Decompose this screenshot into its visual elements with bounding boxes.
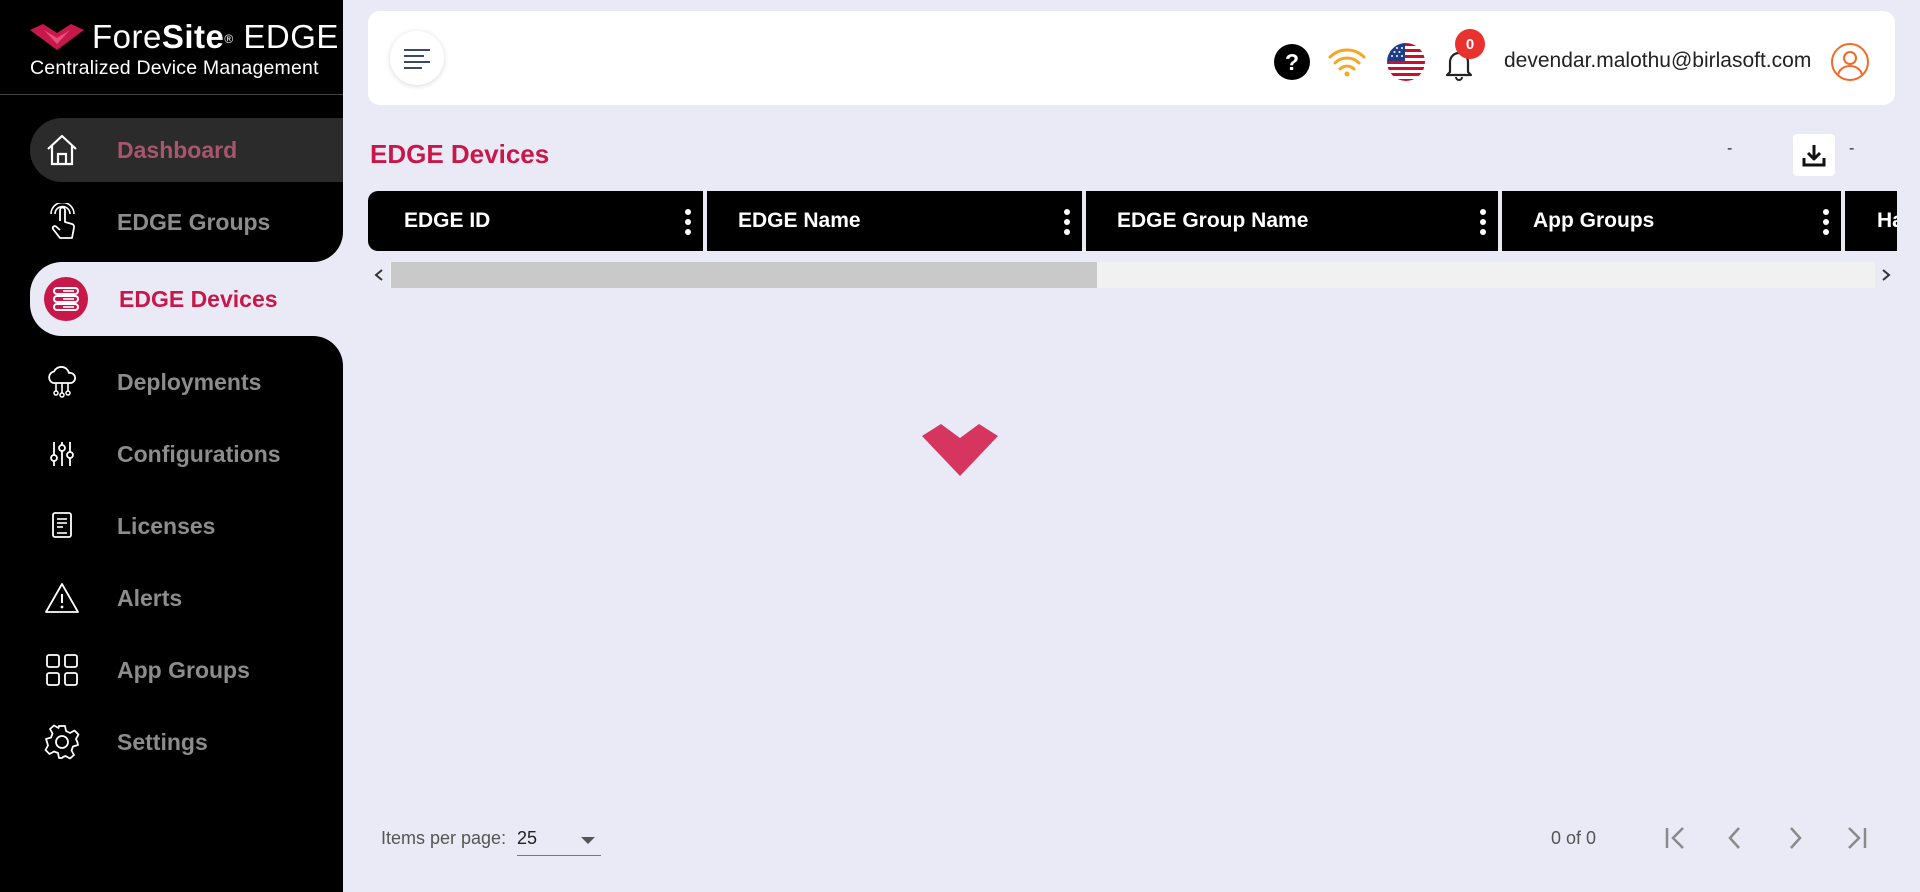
column-header-partial[interactable]: Ha [1845,191,1897,251]
sidebar-item-deployments[interactable]: Deployments [30,350,343,414]
column-menu-icon[interactable] [685,209,691,235]
items-per-page-label: Items per page: [381,828,507,848]
last-page-button[interactable] [1834,816,1878,860]
previous-page-button[interactable] [1713,816,1757,860]
user-email: devendar.malothu@birlasoft.com [1504,49,1812,72]
sidebar-item-licenses[interactable]: Licenses [30,494,343,558]
sidebar-item-label: EDGE Devices [119,285,278,312]
user-avatar-icon[interactable] [1831,43,1869,81]
sidebar-item-edge-groups[interactable]: EDGE Groups [30,190,343,254]
sidebar-item-label: Configurations [117,440,281,467]
menu-toggle-button[interactable] [390,31,444,85]
devices-table: EDGE ID EDGE Name EDGE Group Name App Gr… [368,191,1897,251]
next-page-button[interactable] [1773,816,1817,860]
pagination-range: 0 of 0 [1551,828,1597,848]
brand-logo: ForeSite® EDGE Centralized Device Manage… [30,20,339,80]
license-icon [42,506,82,546]
touch-icon [42,202,82,242]
cloud-network-icon [42,362,82,402]
sliders-icon [42,434,82,474]
sidebar-item-settings[interactable]: Settings [30,710,343,774]
column-header-edge-group-name[interactable]: EDGE Group Name [1086,191,1502,251]
sidebar-item-label: App Groups [117,656,250,683]
items-per-page-select[interactable]: 25 [517,820,601,856]
sidebar-item-edge-devices[interactable]: EDGE Devices [30,262,343,336]
sidebar: ForeSite® EDGE Centralized Device Manage… [0,0,343,892]
column-header-edge-name[interactable]: EDGE Name [707,191,1086,251]
us-flag-icon[interactable] [1387,43,1425,81]
sidebar-item-dashboard[interactable]: Dashboard [30,118,343,182]
column-header-app-groups[interactable]: App Groups [1502,191,1845,251]
sidebar-item-label: Alerts [117,584,183,611]
scroll-right-icon[interactable] [1875,262,1897,288]
menu-icon [404,49,430,69]
sidebar-item-label: Dashboard [117,136,238,163]
chevron-left-icon [1728,827,1740,849]
gear-icon [42,722,82,762]
warning-icon [42,578,82,618]
first-page-button[interactable] [1654,816,1698,860]
header-placeholder-right: - [1849,140,1855,157]
header-placeholder-left: - [1727,140,1733,157]
sidebar-item-label: Licenses [117,512,216,539]
table-header: EDGE ID EDGE Name EDGE Group Name App Gr… [368,191,1897,251]
download-button[interactable] [1793,134,1835,176]
chevron-right-icon [1790,827,1802,849]
page-title: EDGE Devices [370,139,550,169]
brand-heart-icon [30,24,84,50]
brand-subtitle: Centralized Device Management [30,57,319,79]
divider [0,94,343,95]
help-icon[interactable]: ? [1274,44,1310,80]
sidebar-item-label: EDGE Groups [117,208,271,235]
scrollbar-thumb[interactable] [391,262,1097,288]
sidebar-item-label: Deployments [117,368,262,395]
sidebar-item-app-groups[interactable]: App Groups [30,638,343,702]
notification-badge: 0 [1455,29,1485,59]
column-header-edge-id[interactable]: EDGE ID [368,191,707,251]
sidebar-item-alerts[interactable]: Alerts [30,566,343,630]
sidebar-item-configurations[interactable]: Configurations [30,422,343,486]
last-page-icon [1848,827,1867,849]
chevron-down-icon [581,837,595,844]
column-menu-icon[interactable] [1064,209,1070,235]
scroll-left-icon[interactable] [368,262,390,288]
column-menu-icon[interactable] [1480,209,1486,235]
horizontal-scrollbar[interactable] [368,262,1897,288]
wifi-icon[interactable] [1327,45,1367,84]
column-menu-icon[interactable] [1823,209,1829,235]
grid-icon [42,650,82,690]
top-header: ? 0 devendar.malothu@birlasoft.com [368,11,1895,105]
home-icon [42,130,82,170]
first-page-icon [1665,827,1684,849]
download-icon [1802,145,1826,167]
brand-name: ForeSite® EDGE [92,18,339,55]
sidebar-item-label: Settings [117,728,208,755]
server-icon [44,277,88,321]
loading-spinner-icon [922,424,998,483]
